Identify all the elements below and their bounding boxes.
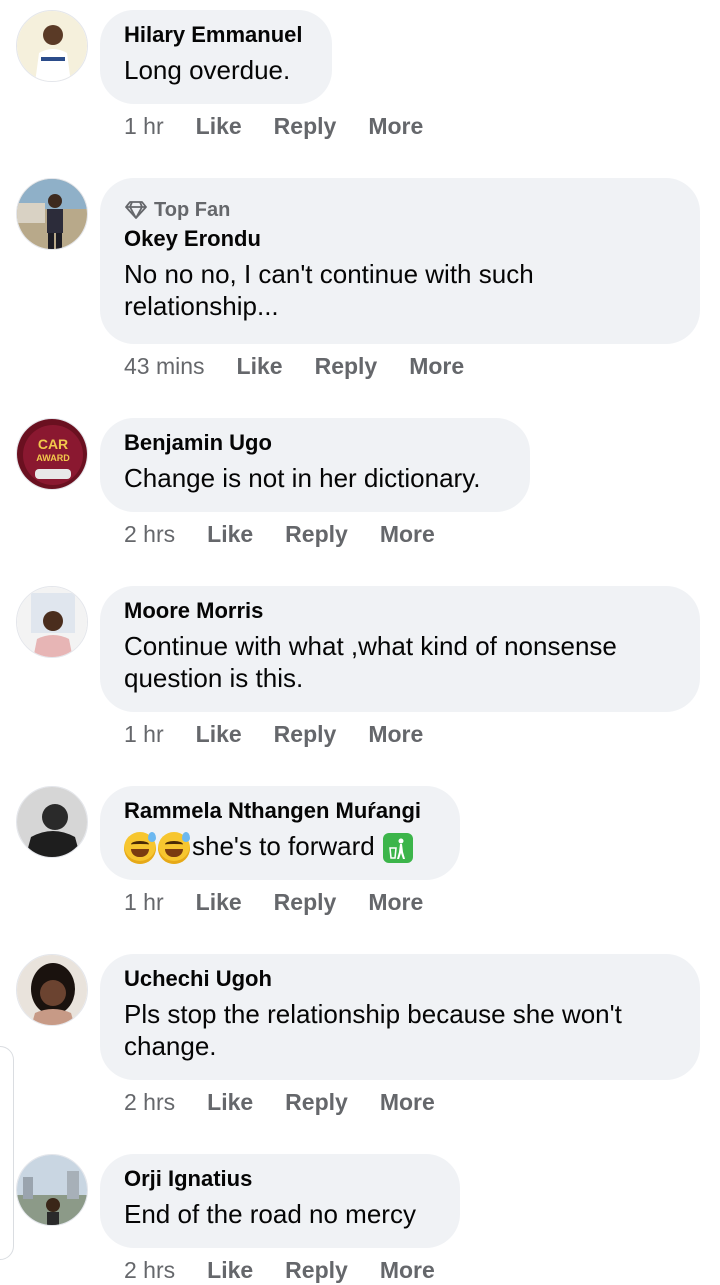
comment-timestamp[interactable]: 2 hrs — [124, 1089, 175, 1116]
comment-text: No no no, I can't continue with such rel… — [124, 259, 534, 321]
like-button[interactable]: Like — [207, 1089, 253, 1116]
avatar[interactable] — [16, 1154, 88, 1226]
comment-actions: 1 hr Like Reply More — [124, 719, 455, 749]
reply-button[interactable]: Reply — [315, 353, 378, 380]
avatar[interactable] — [16, 10, 88, 82]
comment-timestamp[interactable]: 43 mins — [124, 353, 205, 380]
more-button[interactable]: More — [409, 353, 464, 380]
comment-bubble: Orji Ignatius End of the road no mercy — [100, 1154, 460, 1248]
reply-button[interactable]: Reply — [274, 113, 337, 140]
more-button[interactable]: More — [380, 1089, 435, 1116]
reply-button[interactable]: Reply — [285, 1089, 348, 1116]
commenter-name[interactable]: Orji Ignatius — [124, 1164, 436, 1194]
comment-actions: 2 hrs Like Reply More — [124, 1255, 467, 1285]
badge-label: Top Fan — [154, 198, 231, 221]
comment-timestamp[interactable]: 1 hr — [124, 889, 164, 916]
avatar[interactable] — [16, 954, 88, 1026]
comment-bubble: Rammela Nthangen Muŕangi she's to forwar… — [100, 786, 460, 880]
commenter-name[interactable]: Rammela Nthangen Muŕangi — [124, 796, 436, 826]
comment-bubble: Hilary Emmanuel Long overdue. — [100, 10, 332, 104]
like-button[interactable]: Like — [196, 113, 242, 140]
like-button[interactable]: Like — [196, 721, 242, 748]
comment-timestamp[interactable]: 1 hr — [124, 113, 164, 140]
comment-text: Long overdue. — [124, 55, 291, 85]
reply-button[interactable]: Reply — [285, 1257, 348, 1284]
comment-bubble: Top Fan Okey Erondu No no no, I can't co… — [100, 178, 700, 344]
comment-bubble: Benjamin Ugo Change is not in her dictio… — [100, 418, 530, 512]
comment-actions: 2 hrs Like Reply More — [124, 519, 467, 549]
commenter-name[interactable]: Benjamin Ugo — [124, 428, 506, 458]
avatar[interactable] — [16, 586, 88, 658]
avatar-logo-text: CAR — [38, 436, 68, 452]
comment-timestamp[interactable]: 2 hrs — [124, 1257, 175, 1284]
comment-timestamp[interactable]: 1 hr — [124, 721, 164, 748]
like-button[interactable]: Like — [207, 521, 253, 548]
comment-text: Continue with what ,what kind of nonsens… — [124, 631, 617, 693]
commenter-name[interactable]: Hilary Emmanuel — [124, 20, 308, 50]
avatar[interactable] — [16, 786, 88, 858]
comment-actions: 2 hrs Like Reply More — [124, 1087, 467, 1117]
like-button[interactable]: Like — [207, 1257, 253, 1284]
diamond-icon — [125, 201, 147, 219]
comment-actions: 43 mins Like Reply More — [124, 351, 496, 381]
more-button[interactable]: More — [368, 889, 423, 916]
more-button[interactable]: More — [380, 1257, 435, 1284]
comment-text: End of the road no mercy — [124, 1199, 416, 1229]
more-button[interactable]: More — [368, 113, 423, 140]
comment-text: Change is not in her dictionary. — [124, 463, 481, 493]
like-button[interactable]: Like — [196, 889, 242, 916]
reply-button[interactable]: Reply — [285, 521, 348, 548]
commenter-name[interactable]: Moore Morris — [124, 596, 676, 626]
commenter-name[interactable]: Uchechi Ugoh — [124, 964, 676, 994]
svg-text:AWARD: AWARD — [36, 453, 70, 463]
comment-bubble: Uchechi Ugoh Pls stop the relationship b… — [100, 954, 700, 1080]
comment-bubble: Moore Morris Continue with what ,what ki… — [100, 586, 700, 712]
like-button[interactable]: Like — [237, 353, 283, 380]
more-button[interactable]: More — [368, 721, 423, 748]
reply-button[interactable]: Reply — [274, 889, 337, 916]
comment-text-body: she's to forward — [192, 831, 375, 861]
grinning-sweat-emoji — [158, 832, 190, 865]
comment-text: Pls stop the relationship because she wo… — [124, 999, 622, 1061]
avatar[interactable]: CAR AWARD — [16, 418, 88, 490]
comment-text: she's to forward — [124, 830, 436, 865]
litter-in-bin-emoji — [382, 833, 413, 864]
partial-card-edge — [0, 1046, 14, 1260]
grinning-sweat-emoji — [124, 832, 156, 865]
comment-actions: 1 hr Like Reply More — [124, 111, 455, 141]
reply-button[interactable]: Reply — [274, 721, 337, 748]
more-button[interactable]: More — [380, 521, 435, 548]
comment-timestamp[interactable]: 2 hrs — [124, 521, 175, 548]
top-fan-badge: Top Fan — [124, 196, 676, 224]
avatar[interactable] — [16, 178, 88, 250]
commenter-name[interactable]: Okey Erondu — [124, 224, 676, 254]
comment-actions: 1 hr Like Reply More — [124, 887, 455, 917]
